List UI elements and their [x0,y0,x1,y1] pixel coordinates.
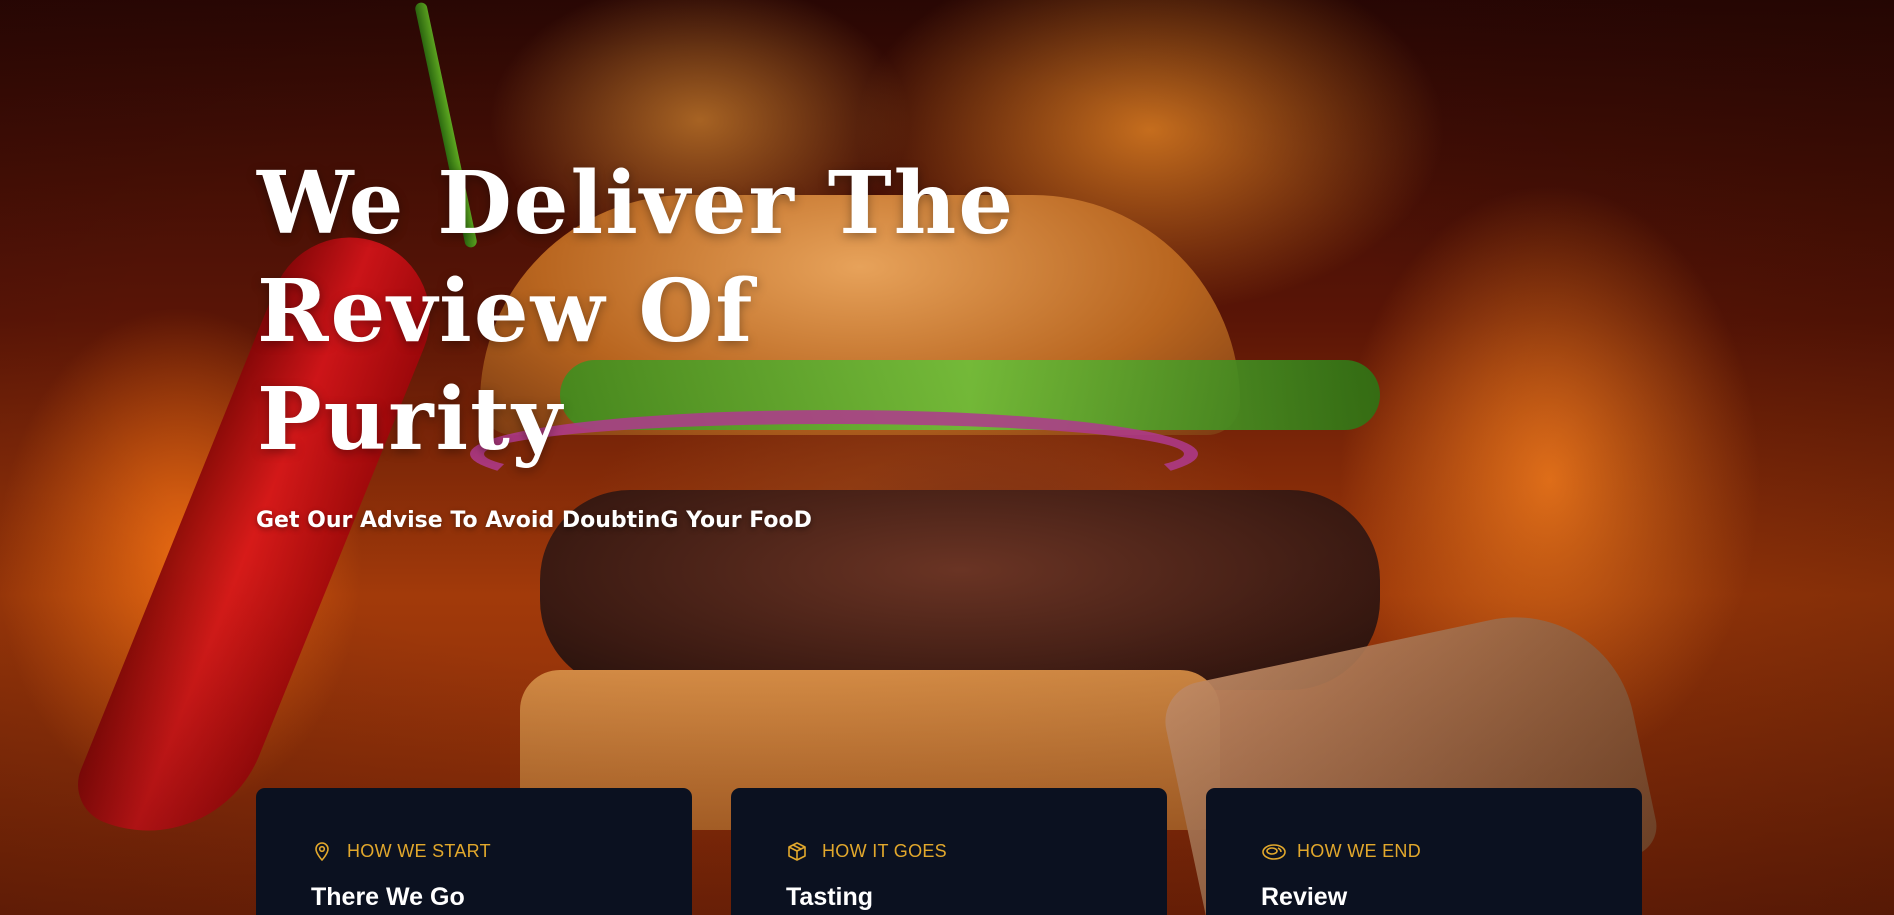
box-icon [786,840,808,862]
card-heading: Review [1261,883,1348,911]
hero-section: We Deliver The Review Of Purity Get Our … [0,0,1894,915]
hero-title: We Deliver The Review Of Purity [257,150,1077,474]
hero-subtitle: Get Our Advise To Avoid DoubtinG Your Fo… [256,508,812,533]
card-label: HOW WE START [347,840,491,861]
card-heading: There We Go [311,883,465,911]
card-how-we-start: HOW WE START There We Go [256,788,692,915]
food-dish-icon [1261,840,1286,862]
card-label-row: HOW WE START [311,840,491,862]
card-label: HOW IT GOES [822,840,947,861]
hero-title-line: Purity [257,369,564,470]
hero-title-line: We Deliver The [257,153,1016,254]
card-label-row: HOW WE END [1261,840,1421,862]
card-how-we-end: HOW WE END Review [1206,788,1642,915]
card-heading: Tasting [786,883,874,911]
card-label: HOW WE END [1297,840,1421,861]
location-pin-icon [311,840,333,862]
card-label-row: HOW IT GOES [786,840,947,862]
card-how-it-goes: HOW IT GOES Tasting [731,788,1167,915]
hero-title-line: Review Of [257,261,755,362]
